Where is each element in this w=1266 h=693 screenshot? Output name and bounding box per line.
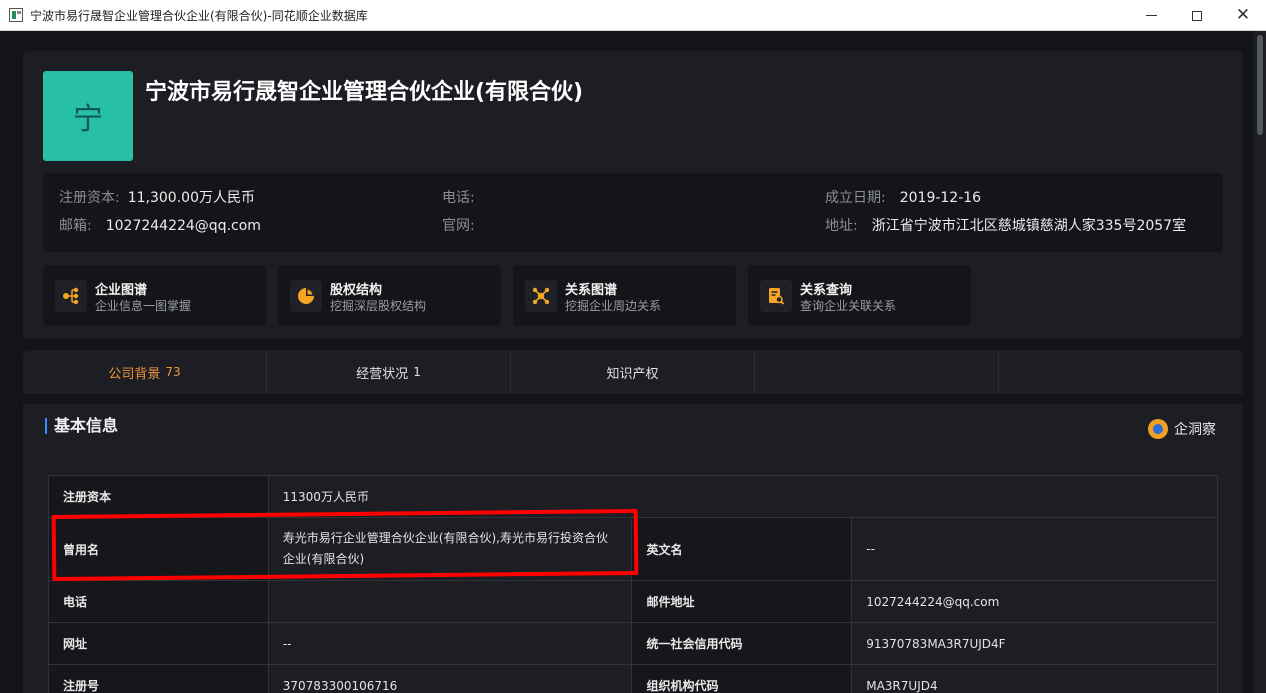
tab-company-background[interactable]: 公司背景 73: [23, 350, 267, 394]
vertical-scrollbar[interactable]: [1254, 31, 1266, 693]
table-value: --: [267, 622, 633, 665]
tab-label: 知识产权: [606, 366, 659, 382]
company-logo: 宁: [43, 71, 133, 161]
table-value: 370783300106716: [267, 664, 633, 693]
summary-phone: 电话:: [442, 187, 483, 207]
feature-subtitle: 挖掘企业周边关系: [565, 299, 662, 313]
summary-founded-label: 成立日期:: [825, 190, 886, 206]
summary-email: 邮箱: 1027244224@qq.com: [59, 215, 261, 235]
table-value: 寿光市易行企业管理合伙企业(有限合伙),寿光市易行投资合伙企业(有限合伙): [267, 517, 633, 581]
feature-subtitle: 查询企业关联关系: [800, 299, 897, 313]
table-key: 注册资本: [48, 475, 269, 518]
maximize-icon: [1192, 10, 1202, 21]
tab-empty-1[interactable]: [755, 350, 999, 394]
table-value: MA3R7UJD4: [851, 664, 1218, 693]
table-value: 91370783MA3R7UJD4F: [851, 622, 1218, 665]
feature-title: 股权结构: [330, 283, 383, 298]
table-row: 电话 邮件地址 1027244224@qq.com: [48, 580, 1218, 623]
summary-email-value[interactable]: 1027244224@qq.com: [106, 218, 261, 234]
summary-capital-label: 注册资本:: [59, 190, 120, 206]
feature-subtitle: 企业信息一图掌握: [95, 299, 192, 313]
table-key: 曾用名: [48, 517, 269, 581]
feature-enterprise-graph[interactable]: 企业图谱 企业信息一图掌握: [43, 265, 266, 326]
table-key: 组织机构代码: [631, 664, 853, 693]
qidongcha-link[interactable]: 企洞察: [1148, 419, 1216, 439]
summary-capital: 注册资本: 11,300.00万人民币: [59, 187, 255, 207]
summary-website: 官网:: [442, 215, 483, 235]
summary-website-label: 官网:: [442, 218, 475, 234]
maximize-button[interactable]: [1174, 0, 1220, 31]
table-row: 网址 -- 统一社会信用代码 91370783MA3R7UJD4F: [48, 622, 1218, 665]
tab-intellectual-property[interactable]: 知识产权: [511, 350, 755, 394]
table-value: 1027244224@qq.com: [851, 580, 1218, 623]
table-key: 英文名: [631, 517, 853, 581]
scrollbar-thumb[interactable]: [1257, 35, 1263, 135]
table-row: 注册号 370783300106716 组织机构代码 MA3R7UJD4: [48, 664, 1218, 693]
summary-phone-label: 电话:: [442, 190, 475, 206]
table-value: 11300万人民币: [267, 475, 1219, 518]
table-value: --: [851, 517, 1218, 581]
summary-capital-value: 11,300.00万人民币: [127, 190, 255, 206]
minimize-button[interactable]: [1128, 0, 1174, 31]
window-controls: ✕: [1128, 0, 1266, 31]
summary-address-label: 地址:: [825, 218, 858, 234]
table-key: 电话: [48, 580, 269, 623]
table-key: 统一社会信用代码: [631, 622, 853, 665]
window-title-bar: 宁波市易行晟智企业管理合伙企业(有限合伙)-同花顺企业数据库 ✕: [0, 0, 1266, 31]
tab-empty-2[interactable]: [999, 350, 1243, 394]
document-search-icon: [760, 280, 792, 312]
table-row: 注册资本 11300万人民币: [48, 475, 1219, 518]
section-tabs: 公司背景 73 经营状况 1 知识产权: [23, 350, 1243, 394]
feature-subtitle: 挖掘深层股权结构: [330, 299, 427, 313]
app-icon: [9, 8, 23, 22]
feature-title: 关系查询: [800, 283, 853, 298]
table-row: 曾用名 寿光市易行企业管理合伙企业(有限合伙),寿光市易行投资合伙企业(有限合伙…: [48, 517, 1218, 581]
tab-count: 1: [413, 365, 421, 379]
close-icon: ✕: [1235, 5, 1251, 25]
table-value: [267, 580, 633, 623]
close-button[interactable]: ✕: [1220, 0, 1266, 31]
summary-email-label: 邮箱:: [59, 218, 92, 234]
summary-founded-value: 2019-12-16: [899, 190, 982, 206]
qidongcha-icon: [1148, 419, 1168, 439]
tab-label: 经营状况: [356, 366, 409, 382]
window-title: 宁波市易行晟智企业管理合伙企业(有限合伙)-同花顺企业数据库: [30, 8, 368, 23]
tab-label: 公司背景: [108, 366, 161, 382]
company-name: 宁波市易行晟智企业管理合伙企业(有限合伙): [145, 80, 584, 105]
qidongcha-label: 企洞察: [1174, 422, 1216, 438]
table-key: 网址: [48, 622, 269, 665]
feature-relation-query[interactable]: 关系查询 查询企业关联关系: [748, 265, 971, 326]
summary-address-value: 浙江省宁波市江北区慈城镇慈湖人家335号2057室: [871, 218, 1187, 234]
tab-operations[interactable]: 经营状况 1: [267, 350, 511, 394]
summary-address: 地址: 浙江省宁波市江北区慈城镇慈湖人家335号2057室: [825, 215, 1186, 235]
network-icon: [525, 280, 557, 312]
table-key: 邮件地址: [631, 580, 853, 623]
section-title: 基本信息: [45, 418, 118, 434]
feature-equity-structure[interactable]: 股权结构 挖掘深层股权结构: [278, 265, 501, 326]
basic-info-table: 注册资本 11300万人民币 曾用名 寿光市易行企业管理合伙企业(有限合伙),寿…: [48, 475, 1219, 693]
summary-founded: 成立日期: 2019-12-16: [825, 187, 981, 207]
pie-chart-icon: [290, 280, 322, 312]
company-summary: 注册资本: 11,300.00万人民币 电话: 成立日期: 2019-12-16 邮…: [43, 173, 1223, 252]
minimize-icon: [1145, 15, 1157, 16]
feature-title: 关系图谱: [565, 283, 618, 298]
org-chart-icon: [55, 280, 87, 312]
tab-count: 73: [165, 365, 181, 379]
table-key: 注册号: [48, 664, 269, 693]
feature-title: 企业图谱: [95, 283, 148, 298]
feature-relation-graph[interactable]: 关系图谱 挖掘企业周边关系: [513, 265, 736, 326]
